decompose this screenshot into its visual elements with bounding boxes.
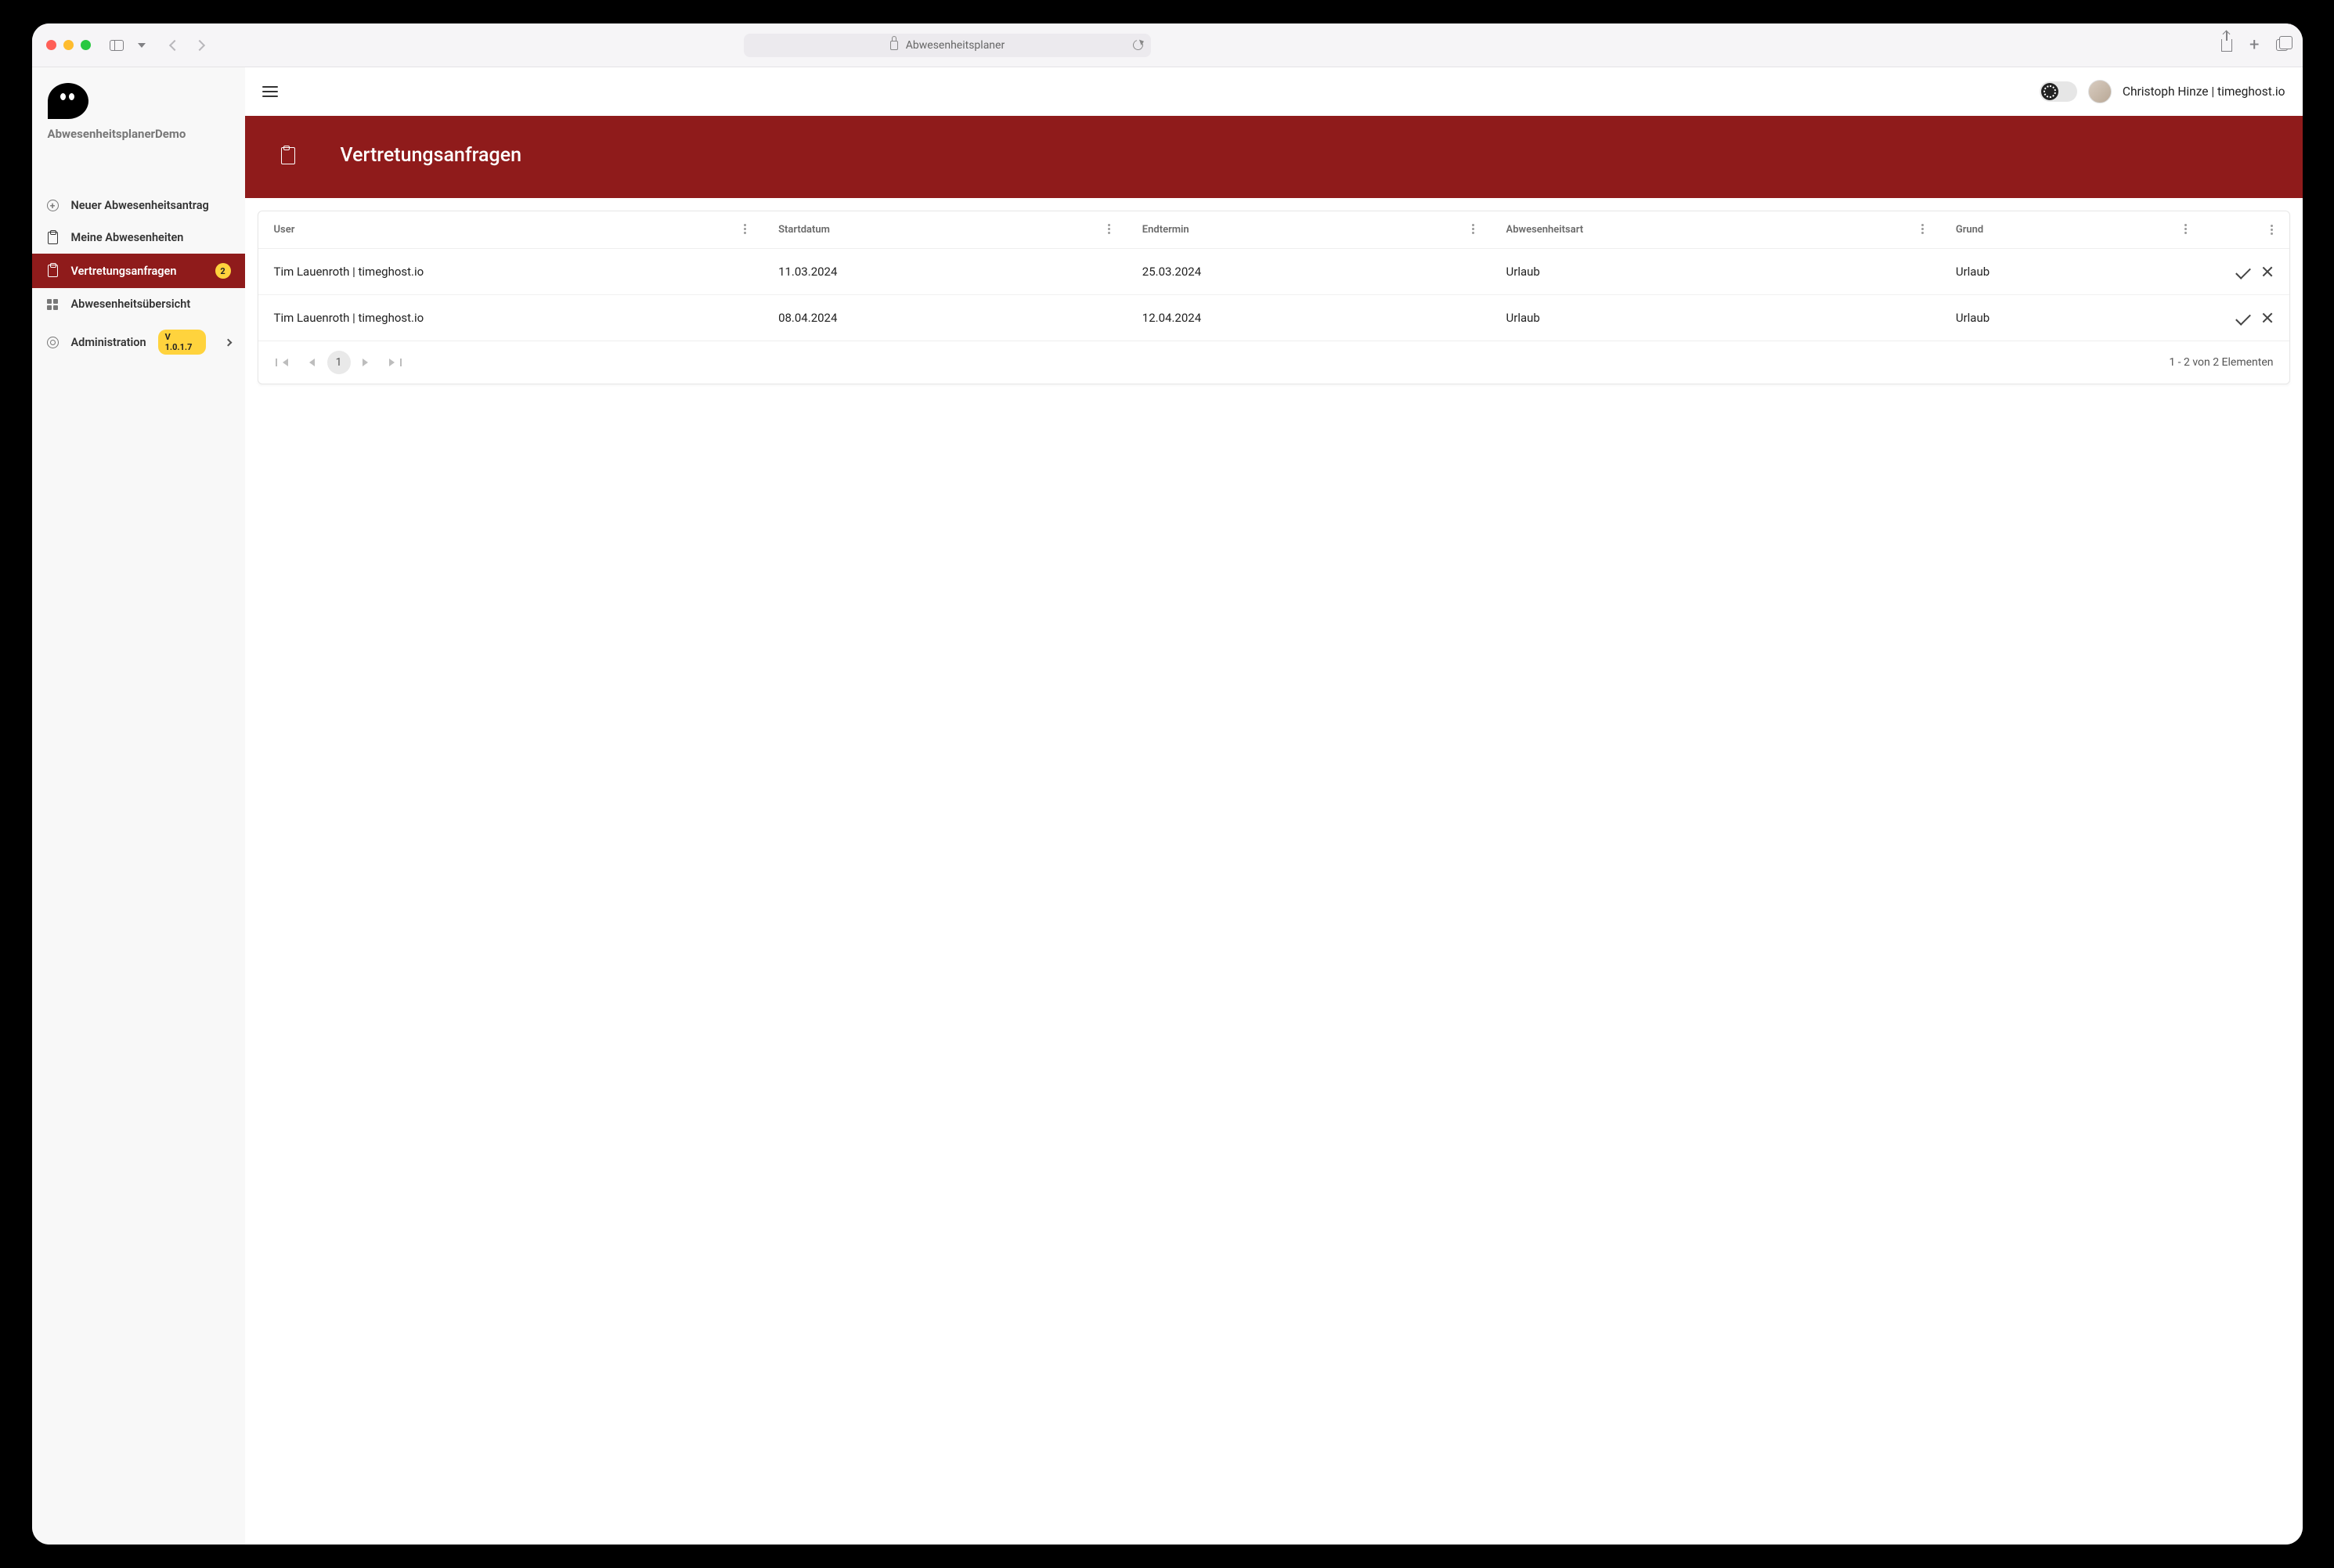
app-logo-icon [48,83,88,119]
cell-reason: Urlaub [1940,295,2203,341]
cell-reason: Urlaub [1940,249,2203,295]
clipboard-icon [48,232,58,244]
cell-start: 08.04.2024 [763,295,1127,341]
column-header-start[interactable]: Startdatum [763,211,1127,249]
minimize-window-button[interactable] [63,40,74,50]
grid-icon [47,299,58,310]
column-header-end[interactable]: Endtermin [1127,211,1491,249]
app-sidebar: AbwesenheitsplanerDemo Neuer Abwesenheit… [32,67,245,1545]
requests-table: User Startdatum Endtermin [258,211,2289,341]
share-icon[interactable] [2221,39,2232,52]
version-badge: V 1.0.1.7 [158,330,206,355]
tabs-overview-icon[interactable] [2276,39,2288,51]
table-row: Tim Lauenroth | timeghost.io 11.03.2024 … [258,249,2289,295]
sidebar-item-administration[interactable]: Administration V 1.0.1.7 [32,320,245,364]
count-badge: 2 [215,263,231,279]
sidebar-item-label: Abwesenheitsübersicht [71,297,191,311]
clipboard-icon [48,265,58,277]
theme-toggle[interactable] [2040,81,2077,102]
reject-button[interactable] [2261,265,2274,278]
column-menu-icon[interactable] [744,224,747,234]
app-shell: AbwesenheitsplanerDemo Neuer Abwesenheit… [32,67,2303,1545]
column-menu-icon[interactable] [1472,224,1475,234]
page-header: Vertretungsanfragen [245,116,2303,198]
sidebar-item-substitution-requests[interactable]: Vertretungsanfragen 2 [32,254,245,288]
maximize-window-button[interactable] [81,40,91,50]
column-header-type[interactable]: Abwesenheitsart [1491,211,1940,249]
page-first-button[interactable] [274,351,298,374]
column-label: Abwesenheitsart [1506,224,1584,236]
chevron-down-icon[interactable] [138,43,146,48]
close-window-button[interactable] [46,40,56,50]
sidebar-nav: Neuer Abwesenheitsantrag Meine Abwesenhe… [32,189,245,364]
column-menu-icon[interactable] [1921,224,1925,234]
requests-table-card: User Startdatum Endtermin [258,211,2290,384]
cell-user: Tim Lauenroth | timeghost.io [258,249,763,295]
column-header-reason[interactable]: Grund [1940,211,2203,249]
sidebar-item-new-request[interactable]: Neuer Abwesenheitsantrag [32,189,245,222]
address-bar[interactable]: Abwesenheitsplaner [744,34,1151,57]
nav-back-button[interactable] [168,39,179,50]
menu-toggle-button[interactable] [262,86,278,97]
page-number-button[interactable]: 1 [327,351,351,374]
sidebar-item-label: Administration [71,336,146,349]
column-menu-icon[interactable] [1108,224,1111,234]
nav-forward-button[interactable] [193,39,204,50]
page-title: Abwesenheitsplaner [906,39,1005,52]
chevron-right-icon [224,338,232,346]
lock-icon [890,41,898,50]
sidebar-item-label: Meine Abwesenheiten [71,231,184,244]
cell-type: Urlaub [1491,295,1940,341]
approve-button[interactable] [2235,264,2251,279]
cell-type: Urlaub [1491,249,1940,295]
sidebar-item-my-absences[interactable]: Meine Abwesenheiten [32,222,245,254]
topbar: Christoph Hinze | timeghost.io [245,67,2303,116]
page-next-button[interactable] [354,351,377,374]
pagination-info: 1 - 2 von 2 Elementen [2169,356,2273,369]
plus-circle-icon [47,200,59,211]
browser-chrome: Abwesenheitsplaner + [32,23,2303,67]
sidebar-toggle-icon[interactable] [110,40,124,51]
page-last-button[interactable] [381,351,404,374]
sidebar-item-label: Vertretungsanfragen [71,265,177,278]
reload-icon[interactable] [1131,38,1145,52]
column-menu-icon[interactable] [2271,225,2274,235]
app-name: AbwesenheitsplanerDemo [48,127,229,141]
page-title: Vertretungsanfragen [341,144,522,167]
browser-window: Abwesenheitsplaner + AbwesenheitsplanerD… [32,23,2303,1545]
reject-button[interactable] [2261,312,2274,324]
main-content: Christoph Hinze | timeghost.io Vertretun… [245,67,2303,1545]
avatar[interactable] [2088,80,2112,103]
window-controls [46,40,91,50]
approve-button[interactable] [2235,310,2251,326]
pagination: 1 1 - 2 von 2 Elementen [258,341,2289,384]
sidebar-item-label: Neuer Abwesenheitsantrag [71,199,209,212]
clipboard-icon [281,147,295,164]
column-label: User [274,224,295,236]
sun-icon [2041,83,2058,100]
cell-start: 11.03.2024 [763,249,1127,295]
column-label: Endtermin [1142,224,1189,236]
table-row: Tim Lauenroth | timeghost.io 08.04.2024 … [258,295,2289,341]
sidebar-item-absence-overview[interactable]: Abwesenheitsübersicht [32,288,245,320]
page-prev-button[interactable] [301,351,324,374]
cell-end: 25.03.2024 [1127,249,1491,295]
column-menu-icon[interactable] [2184,224,2188,234]
cell-end: 12.04.2024 [1127,295,1491,341]
column-label: Grund [1956,224,1983,236]
cell-user: Tim Lauenroth | timeghost.io [258,295,763,341]
gear-icon [47,337,59,348]
column-header-actions [2203,211,2289,249]
current-user-label: Christoph Hinze | timeghost.io [2123,85,2285,99]
column-label: Startdatum [778,224,830,236]
column-header-user[interactable]: User [258,211,763,249]
